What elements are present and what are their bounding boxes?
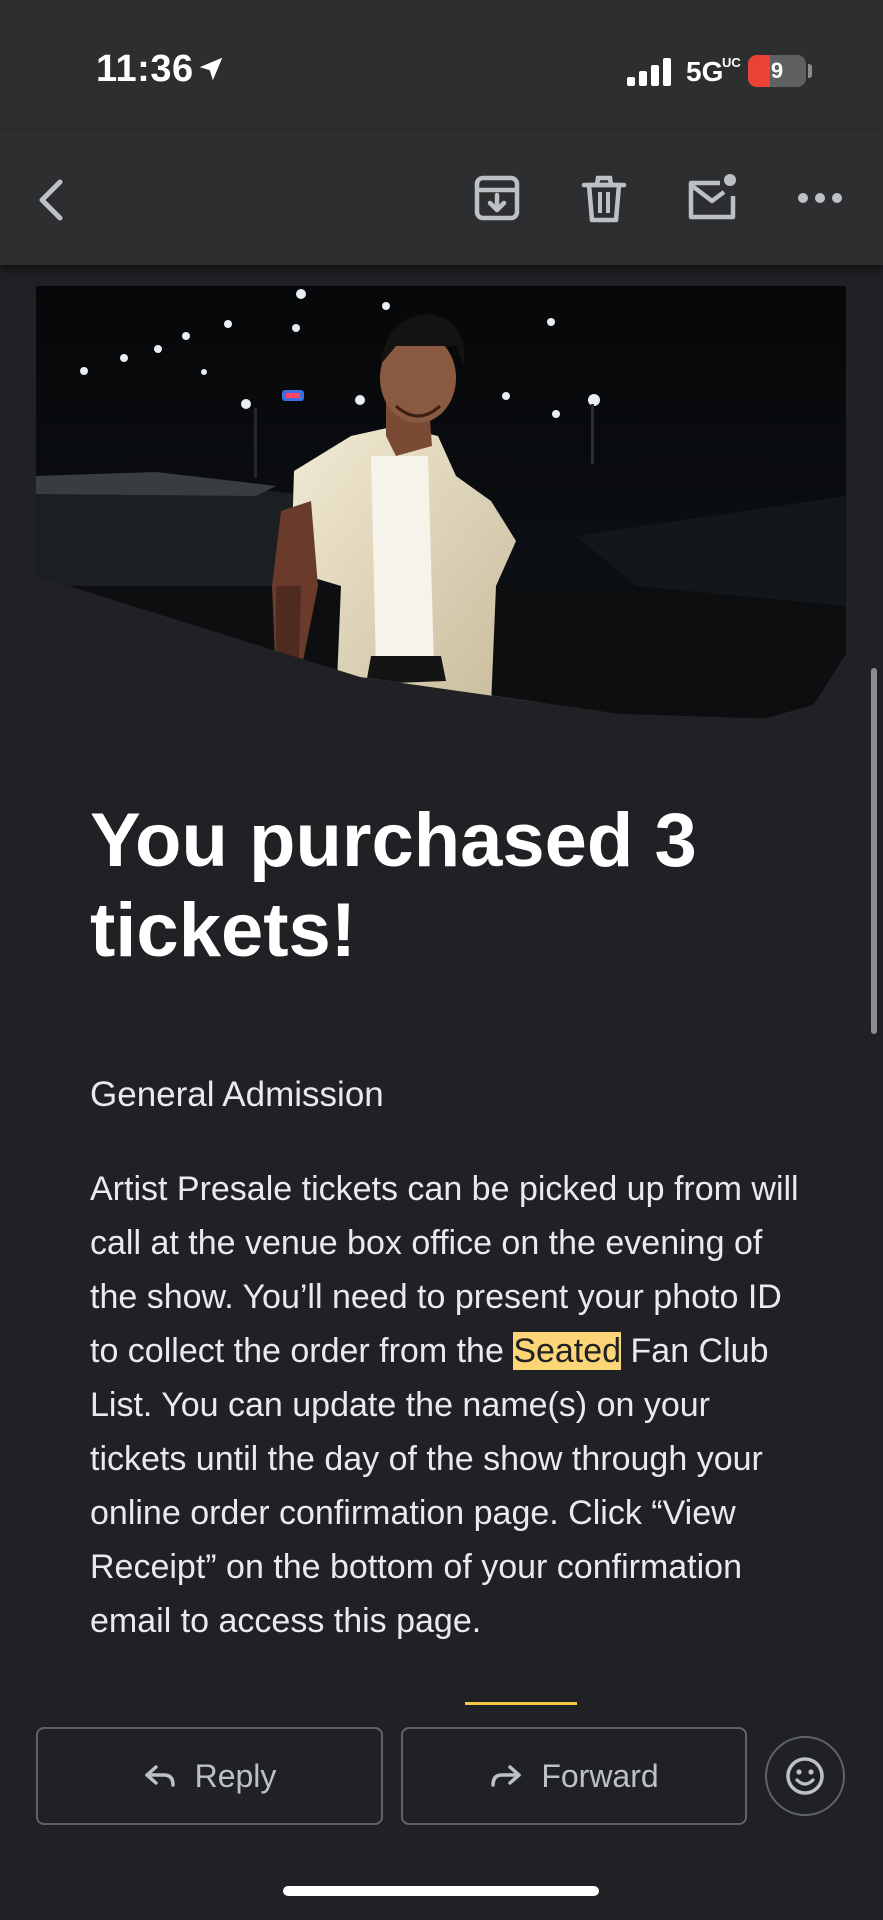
reply-label: Reply [194,1757,277,1794]
archive-icon[interactable] [469,170,525,226]
ticket-type-label: General Admission [90,1075,384,1114]
chevron-left-icon[interactable] [28,170,76,230]
home-indicator[interactable] [283,1886,599,1896]
reply-button[interactable]: Reply [36,1727,383,1825]
signal-strength-icon [627,58,671,86]
more-horizontal-icon[interactable] [792,170,848,226]
network-superscript: UC [722,55,741,70]
email-screen: 11:36 5G UC 9 You purchased 3 tickets! G… [0,0,883,1920]
location-arrow-icon [199,57,223,81]
status-time: 11:36 [96,48,194,90]
reply-icon [144,1765,175,1787]
email-toolbar [0,130,883,265]
forward-button[interactable]: Forward [401,1727,747,1825]
email-body-text: Artist Presale tickets can be picked up … [90,1162,810,1648]
forward-label: Forward [541,1757,659,1794]
battery-icon: 9 [748,55,806,87]
body-text-part-2: Fan Club List. You can update the name(s… [90,1332,769,1640]
battery-level: 9 [770,58,784,83]
add-reaction-icon [786,1757,824,1795]
hero-photo [36,286,846,746]
forward-icon [491,1765,522,1787]
email-heading: You purchased 3 tickets! [90,798,697,973]
scrollbar[interactable] [871,668,877,1034]
network-type: 5G [686,56,724,87]
mail-unread-icon[interactable] [684,170,740,226]
status-bar: 11:36 5G UC 9 [0,0,883,130]
battery-cap [808,64,812,78]
add-reaction-button[interactable] [765,1736,845,1816]
trash-icon[interactable] [576,170,632,226]
search-highlight: Seated [513,1332,622,1370]
link-underline [465,1702,577,1705]
